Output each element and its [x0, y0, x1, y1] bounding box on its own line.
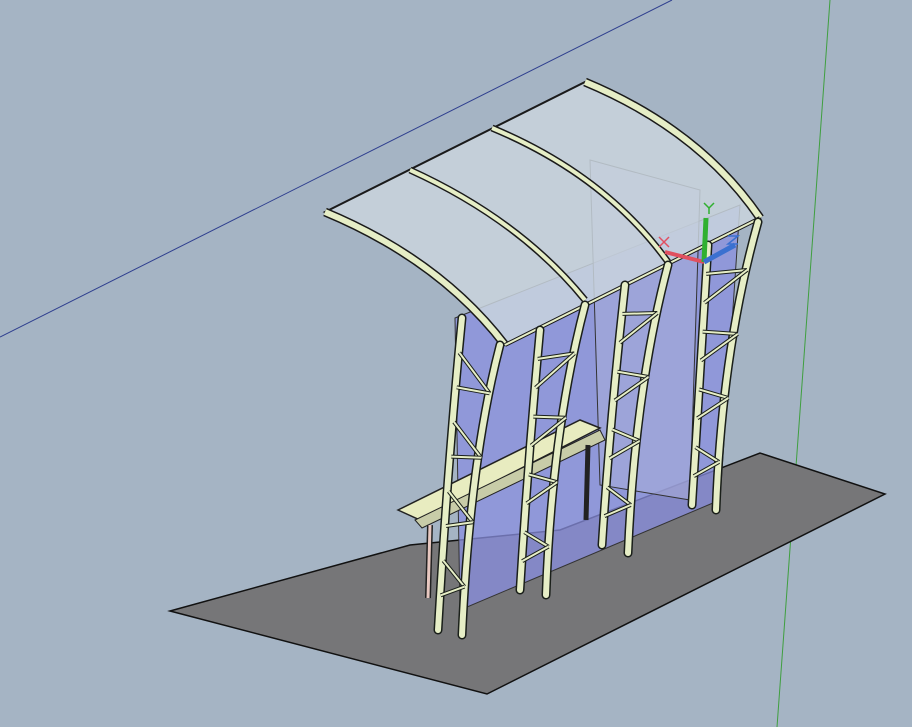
model-canvas[interactable] — [0, 0, 912, 727]
3d-model-viewport[interactable] — [0, 0, 912, 727]
brace-rung — [533, 415, 566, 419]
brace-rung — [622, 312, 658, 315]
brace-rung — [451, 455, 482, 459]
y-axis-grid-line — [776, 0, 831, 727]
